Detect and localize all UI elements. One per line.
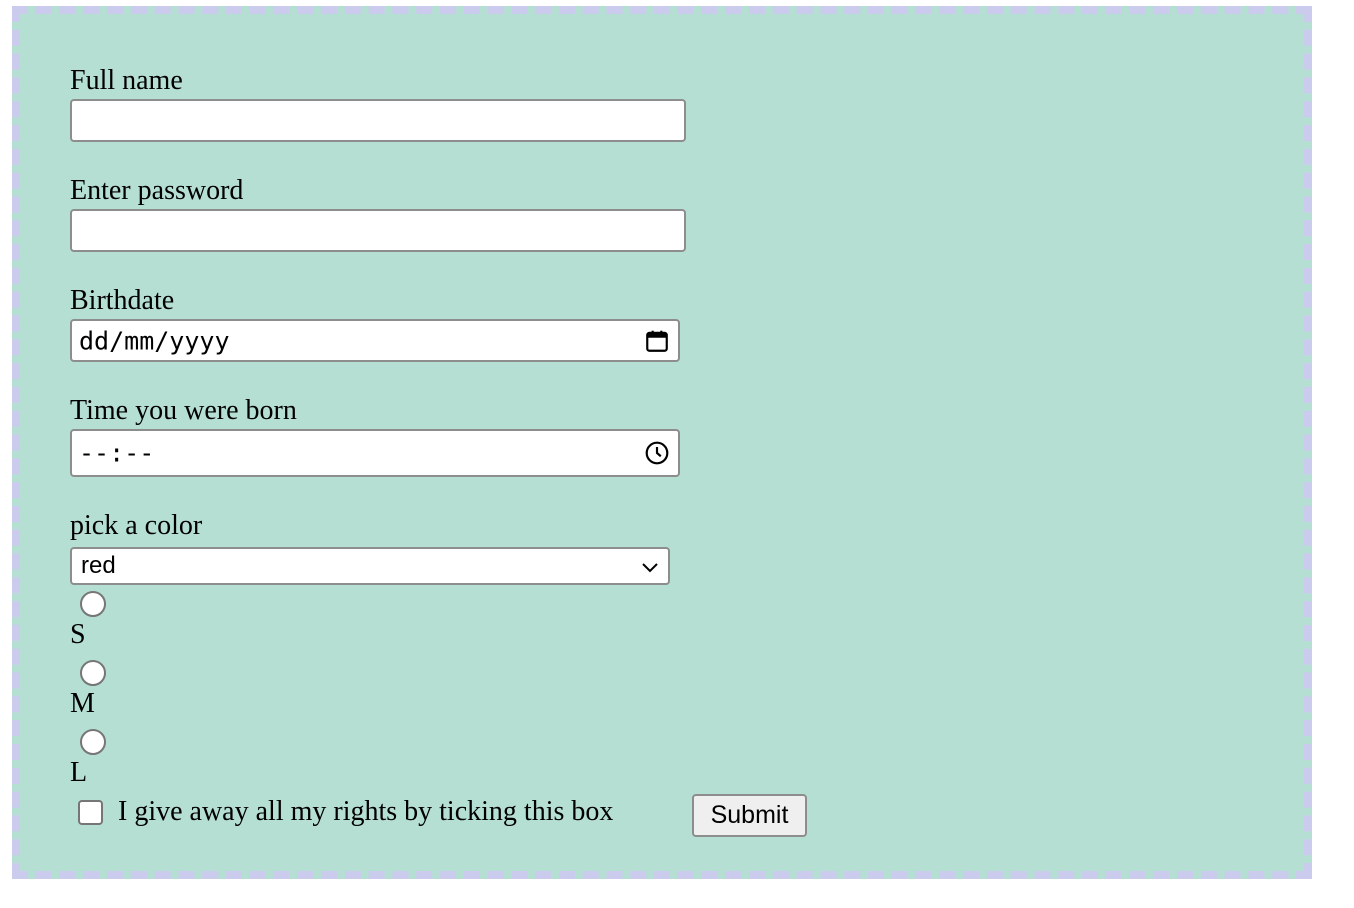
birth-time-input[interactable]: --:-- — [70, 429, 680, 477]
full-name-input[interactable] — [70, 99, 686, 142]
color-select-value: red — [81, 552, 116, 579]
birthdate-input[interactable]: dd/mm/yyyy — [70, 319, 680, 362]
consent-checkbox[interactable] — [78, 800, 103, 825]
birthdate-label: Birthdate — [70, 285, 175, 316]
consent-label: I give away all my rights by ticking thi… — [118, 796, 614, 827]
chevron-down-icon — [642, 563, 658, 573]
birth-time-placeholder: --:-- — [79, 438, 155, 468]
birth-time-label: Time you were born — [70, 395, 297, 426]
size-label-m: M — [70, 688, 95, 719]
full-name-label: Full name — [70, 65, 183, 96]
size-radio-m[interactable] — [80, 660, 106, 686]
calendar-icon[interactable] — [644, 328, 670, 354]
size-label-s: S — [70, 619, 86, 650]
password-label: Enter password — [70, 175, 244, 206]
submit-button[interactable]: Submit — [692, 794, 807, 837]
birthdate-placeholder: dd/mm/yyyy — [79, 326, 230, 355]
size-radio-l[interactable] — [80, 729, 106, 755]
size-radio-s[interactable] — [80, 591, 106, 617]
signup-form: Full name Enter password Birthdate dd/mm… — [12, 6, 1312, 879]
color-label: pick a color — [70, 510, 203, 541]
size-label-l: L — [70, 757, 88, 788]
password-input[interactable] — [70, 209, 686, 252]
color-select[interactable]: red — [70, 547, 670, 585]
clock-icon[interactable] — [644, 440, 670, 466]
